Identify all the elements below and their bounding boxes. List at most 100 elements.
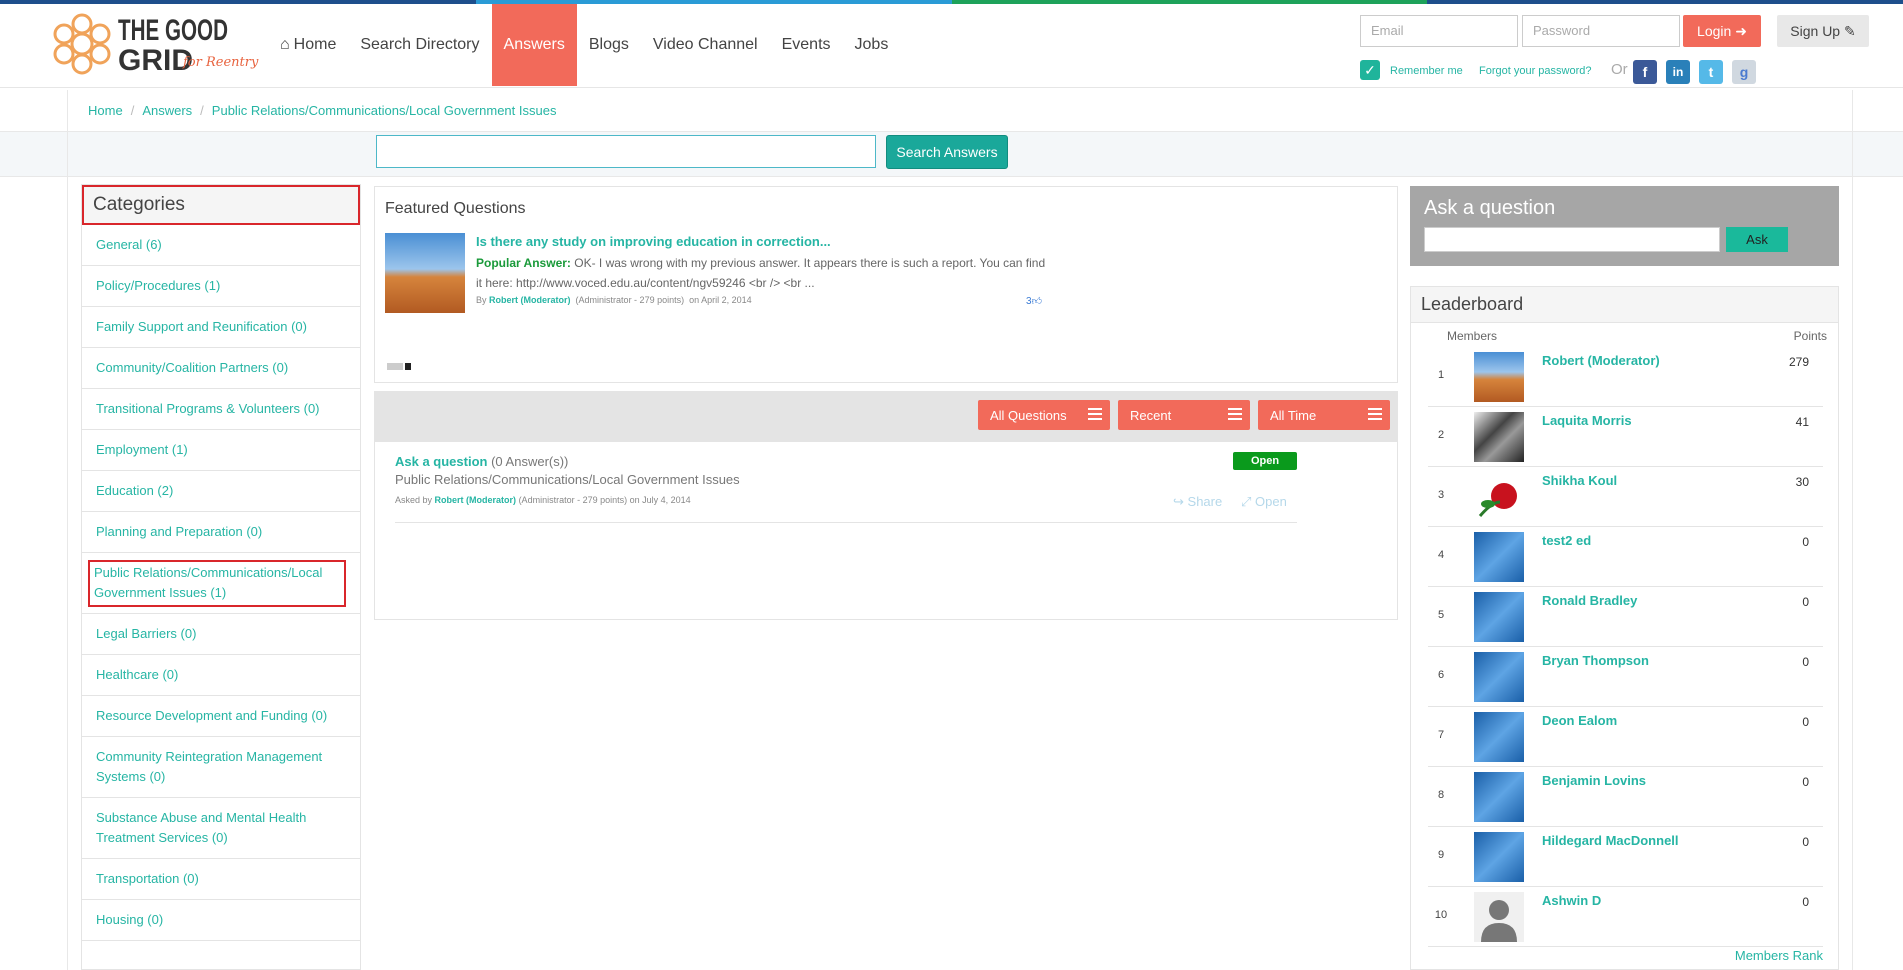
email-field[interactable]: Email	[1360, 15, 1518, 47]
nav-search-directory[interactable]: Search Directory	[348, 4, 491, 86]
category-selected-label: Public Relations/Communications/Local Go…	[88, 559, 346, 607]
featured-meta: By Robert (Moderator) (Administrator - 2…	[476, 295, 752, 305]
avatar[interactable]	[1474, 472, 1524, 522]
member-link[interactable]: Bryan Thompson	[1542, 653, 1649, 668]
featured-question-image[interactable]	[385, 233, 465, 313]
category-item[interactable]: Legal Barriers (0)	[82, 614, 360, 655]
signup-button[interactable]: Sign Up ✎	[1777, 15, 1869, 47]
default-user-icon[interactable]	[1474, 892, 1524, 942]
category-item[interactable]: Healthcare (0)	[82, 655, 360, 696]
member-link[interactable]: test2 ed	[1542, 533, 1591, 548]
avatar[interactable]	[1474, 532, 1524, 582]
category-item[interactable]: Substance Abuse and Mental Health Treatm…	[82, 798, 360, 859]
category-item[interactable]: Housing (0)	[82, 900, 360, 941]
ask-question-panel: Ask a question Ask	[1410, 186, 1839, 266]
question-meta: Asked by Robert (Moderator) (Administrat…	[395, 495, 691, 505]
breadcrumb-home[interactable]: Home	[88, 103, 123, 118]
filter-all-questions[interactable]: All Questions	[978, 400, 1110, 430]
category-item[interactable]: Education (2)	[82, 471, 360, 512]
member-link[interactable]: Benjamin Lovins	[1542, 773, 1646, 788]
category-item[interactable]: Family Support and Reunification (0)	[82, 307, 360, 348]
check-icon: ✓	[1364, 61, 1376, 78]
avatar[interactable]	[1474, 412, 1524, 462]
breadcrumb-answers[interactable]: Answers	[142, 103, 192, 118]
share-button[interactable]: ↪ Share	[1173, 494, 1222, 510]
menu-icon	[1368, 408, 1382, 420]
or-label: Or	[1611, 61, 1628, 78]
member-link[interactable]: Robert (Moderator)	[1542, 353, 1660, 368]
members-rank-link[interactable]: Members Rank	[1735, 948, 1823, 963]
nav-video-channel[interactable]: Video Channel	[641, 4, 770, 86]
question-link[interactable]: Ask a question	[395, 454, 487, 469]
avatar[interactable]	[1474, 772, 1524, 822]
member-link[interactable]: Deon Ealom	[1542, 713, 1617, 728]
facebook-icon[interactable]: f	[1633, 60, 1657, 84]
category-item[interactable]: Community/Coalition Partners (0)	[82, 348, 360, 389]
member-link[interactable]: Laquita Morris	[1542, 413, 1632, 428]
category-item[interactable]: Community Reintegration Management Syste…	[82, 737, 360, 798]
featured-questions-panel: Featured Questions Is there any study on…	[374, 186, 1398, 383]
questions-panel: All Questions Recent All Time Ask a ques…	[374, 391, 1398, 620]
member-link[interactable]: Shikha Koul	[1542, 473, 1617, 488]
ask-input[interactable]	[1424, 227, 1720, 252]
featured-question-link[interactable]: Is there any study on improving educatio…	[476, 234, 831, 249]
member-link[interactable]: Ashwin D	[1542, 893, 1601, 908]
question-author-link[interactable]: Robert (Moderator)	[435, 495, 517, 505]
category-item[interactable]: Transitional Programs & Volunteers (0)	[82, 389, 360, 430]
filter-recent[interactable]: Recent	[1118, 400, 1250, 430]
featured-likes[interactable]: 3👍︎	[1026, 295, 1042, 307]
search-input[interactable]	[376, 135, 876, 168]
categories-panel: Categories General (6) Policy/Procedures…	[81, 184, 361, 970]
search-answers-button[interactable]: Search Answers	[886, 135, 1008, 169]
forgot-password-link[interactable]: Forgot your password?	[1479, 65, 1592, 77]
member-link[interactable]: Ronald Bradley	[1542, 593, 1637, 608]
category-item[interactable]: Employment (1)	[82, 430, 360, 471]
category-item[interactable]: Planning and Preparation (0)	[82, 512, 360, 553]
remember-me-label[interactable]: Remember me	[1390, 65, 1463, 77]
avatar[interactable]	[1474, 652, 1524, 702]
svg-text:GRID: GRID	[118, 44, 193, 77]
featured-author-link[interactable]: Robert (Moderator)	[489, 295, 571, 305]
popular-answer: Popular Answer: OK- I was wrong with my …	[476, 253, 1046, 293]
category-item[interactable]: Resource Development and Funding (0)	[82, 696, 360, 737]
leaderboard-row: 5 Ronald Bradley 0	[1428, 587, 1823, 647]
nav-jobs[interactable]: Jobs	[843, 4, 901, 86]
ask-button[interactable]: Ask	[1726, 227, 1788, 252]
nav-answers[interactable]: Answers	[491, 4, 577, 86]
nav-blogs[interactable]: Blogs	[577, 4, 641, 86]
category-item[interactable]: General (6)	[82, 225, 360, 266]
avatar[interactable]	[1474, 592, 1524, 642]
svg-text:THE GOOD: THE GOOD	[118, 14, 228, 47]
linkedin-icon[interactable]: in	[1666, 60, 1690, 84]
search-bar: Search Answers	[0, 132, 1903, 177]
pager-dot[interactable]	[387, 363, 403, 370]
avatar[interactable]	[1474, 352, 1524, 402]
avatar[interactable]	[1474, 832, 1524, 882]
category-item[interactable]: Transportation (0)	[82, 859, 360, 900]
open-button[interactable]: ⤢ Open	[1241, 494, 1287, 510]
password-field[interactable]: Password	[1522, 15, 1680, 47]
google-icon[interactable]: g	[1732, 60, 1756, 84]
avatar[interactable]	[1474, 712, 1524, 762]
nav-home[interactable]: ⌂ Home	[268, 4, 348, 86]
category-item-selected[interactable]: Public Relations/Communications/Local Go…	[82, 553, 360, 614]
main-nav: ⌂ Home Search Directory Answers Blogs Vid…	[268, 4, 900, 86]
member-link[interactable]: Hildegard MacDonnell	[1542, 833, 1679, 848]
breadcrumb-current[interactable]: Public Relations/Communications/Local Go…	[212, 103, 557, 118]
filter-all-time[interactable]: All Time	[1258, 400, 1390, 430]
leaderboard-header: Members Points	[1447, 329, 1827, 343]
category-item[interactable]: Policy/Procedures (1)	[82, 266, 360, 307]
twitter-icon[interactable]: t	[1699, 60, 1723, 84]
question-title: Ask a question (0 Answer(s))	[395, 454, 568, 469]
login-button[interactable]: Login ➜	[1683, 15, 1761, 47]
featured-pager[interactable]	[387, 363, 411, 370]
answer-count: (0 Answer(s))	[491, 454, 569, 469]
nav-events[interactable]: Events	[770, 4, 843, 86]
pager-dot-active[interactable]	[405, 363, 411, 370]
ask-title: Ask a question	[1424, 197, 1556, 219]
remember-me-checkbox[interactable]: ✓	[1360, 60, 1380, 80]
share-icon: ↪	[1173, 494, 1184, 509]
status-badge: Open	[1233, 452, 1297, 470]
site-logo[interactable]: THE GOOD GRID for Reentry	[48, 8, 263, 84]
question-filters-toolbar: All Questions Recent All Time	[375, 392, 1397, 442]
